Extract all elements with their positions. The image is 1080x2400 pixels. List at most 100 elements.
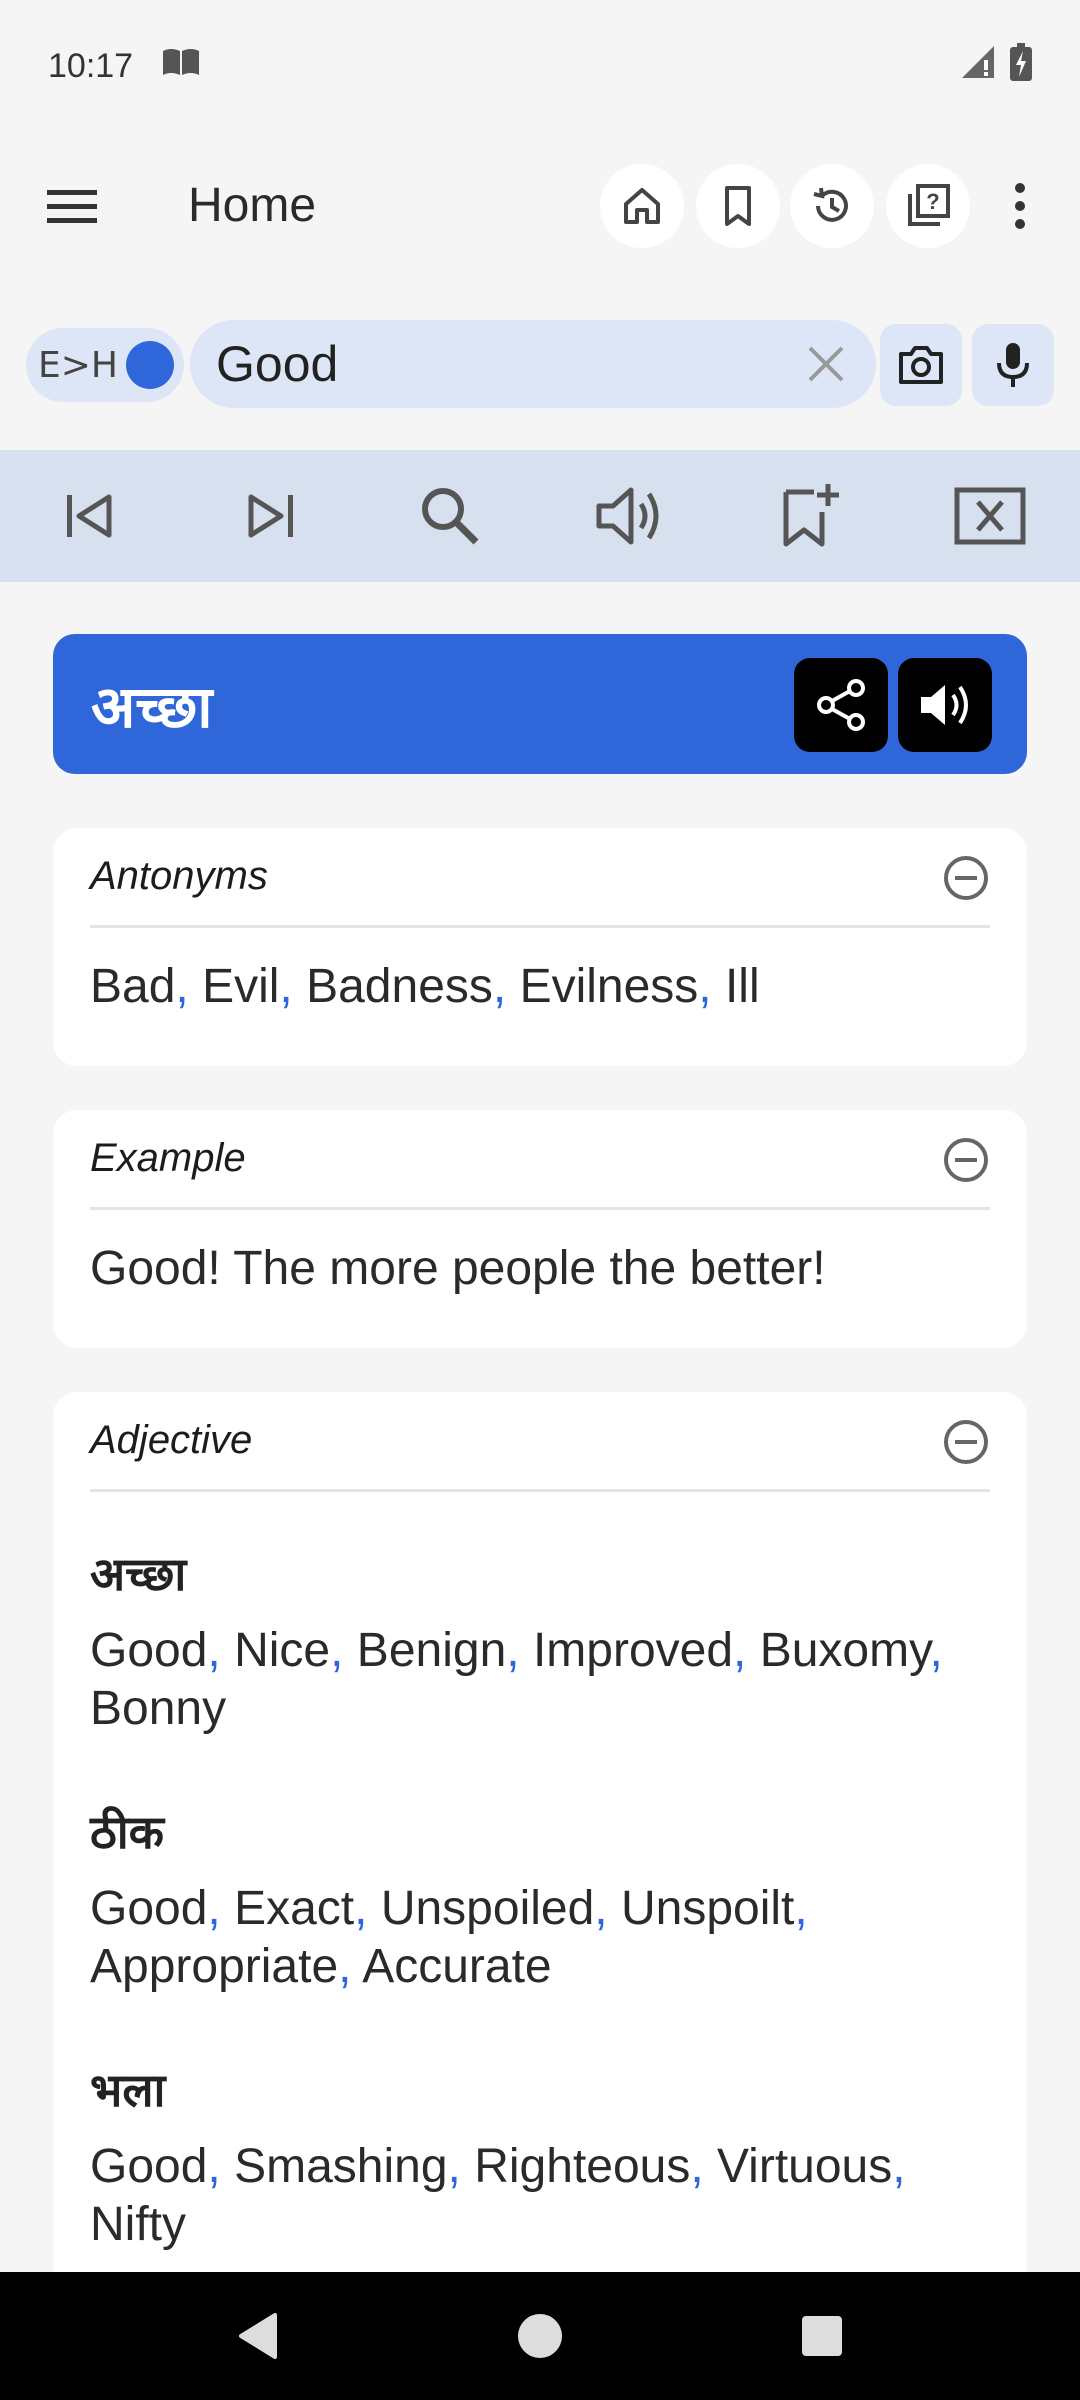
synonym-item[interactable]: Nifty	[90, 2198, 186, 2251]
voice-input-button[interactable]	[972, 324, 1054, 406]
clear-search-button[interactable]	[802, 340, 850, 388]
skip-previous-icon	[67, 494, 112, 538]
synonym-item[interactable]: Unspoilt	[621, 1882, 794, 1935]
antonyms-card: Antonyms Bad, Evil, Badness, Evilness, I…	[53, 828, 1027, 1066]
example-card: Example Good! The more people the better…	[53, 1110, 1027, 1348]
status-bar: 10:17	[0, 0, 1080, 132]
next-button[interactable]	[230, 480, 310, 552]
home-nav-button[interactable]	[510, 2306, 570, 2366]
adjective-card: Adjective अच्छा Good, Nice, Benign, Impr…	[53, 1392, 1027, 2292]
share-icon	[817, 679, 865, 731]
sense-entry: भला Good, Smashing, Righteous, Virtuous,…	[90, 2058, 990, 2254]
book-icon	[161, 47, 201, 86]
back-button[interactable]	[228, 2306, 288, 2366]
app-bar: Home ?	[0, 150, 1080, 262]
bookmark-add-icon	[783, 484, 839, 547]
example-title: Example	[90, 1136, 246, 1180]
language-direction-toggle[interactable]: E>H	[26, 328, 184, 402]
history-button[interactable]	[790, 164, 874, 248]
microphone-icon	[997, 343, 1029, 387]
collapse-icon[interactable]	[942, 854, 990, 902]
more-vert-icon	[1015, 183, 1025, 229]
synonym-item[interactable]: Unspoiled	[381, 1882, 594, 1935]
synonym-item[interactable]: Smashing	[234, 2140, 447, 2193]
synonym-item[interactable]: Good	[90, 1624, 207, 1677]
system-nav-bar	[0, 2272, 1080, 2400]
back-icon	[239, 2313, 277, 2359]
antonym-item[interactable]: Evilness	[520, 960, 699, 1013]
search-input[interactable]	[216, 335, 776, 393]
menu-button[interactable]	[40, 176, 104, 236]
sense-entry: अच्छा Good, Nice, Benign, Improved, Buxo…	[90, 1542, 990, 1738]
synonym-item[interactable]: Bonny	[90, 1682, 226, 1735]
recents-button[interactable]	[792, 2306, 852, 2366]
synonym-item[interactable]: Improved	[533, 1624, 733, 1677]
direction-label: E>H	[38, 344, 118, 386]
more-options-button[interactable]	[990, 176, 1050, 236]
antonym-item[interactable]: Evil	[202, 960, 279, 1013]
antonyms-list: Bad, Evil, Badness, Evilness, Ill	[90, 960, 760, 1013]
headword-text: अच्छा	[91, 672, 213, 741]
synonym-item[interactable]: Good	[90, 1882, 207, 1935]
close-box-icon	[954, 487, 1026, 545]
quiz-button[interactable]: ?	[886, 164, 970, 248]
sense-word: भला	[90, 2063, 166, 2117]
home-button[interactable]	[600, 164, 684, 248]
synonym-item[interactable]: Good	[90, 2140, 207, 2193]
headword-speak-button[interactable]	[898, 658, 992, 752]
hamburger-menu-icon	[47, 190, 97, 223]
sense-synonyms: Good, Exact, Unspoiled, Unspoilt, Approp…	[90, 1882, 808, 1993]
history-icon	[813, 187, 848, 222]
synonym-item[interactable]: Benign	[357, 1624, 506, 1677]
adjective-title: Adjective	[90, 1418, 253, 1462]
home-circle-icon	[518, 2314, 562, 2358]
sense-entry: ठीक Good, Exact, Unspoiled, Unspoilt, Ap…	[90, 1800, 990, 1996]
antonym-item[interactable]: Badness	[306, 960, 493, 1013]
toggle-knob	[126, 341, 174, 389]
status-time: 10:17	[48, 46, 134, 85]
search-button[interactable]	[410, 480, 490, 552]
sense-synonyms: Good, Nice, Benign, Improved, Buxomy, Bo…	[90, 1624, 943, 1735]
camera-icon	[899, 346, 943, 384]
antonyms-header: Antonyms	[90, 828, 990, 928]
page-title: Home	[188, 179, 317, 232]
synonym-item[interactable]: Accurate	[362, 1940, 551, 1993]
battery-charging-icon	[1010, 42, 1032, 90]
result-toolbar	[0, 450, 1080, 582]
skip-next-icon	[248, 494, 293, 538]
recents-icon	[802, 2316, 842, 2356]
synonym-item[interactable]: Righteous	[474, 2140, 690, 2193]
example-header: Example	[90, 1110, 990, 1210]
search-row: E>H	[0, 320, 1080, 410]
example-sentence: Good! The more people the better!	[90, 1242, 826, 1295]
synonym-item[interactable]: Exact	[234, 1882, 354, 1935]
collapse-icon[interactable]	[942, 1136, 990, 1184]
synonym-item[interactable]: Appropriate	[90, 1940, 338, 1993]
search-icon	[422, 488, 479, 545]
close-icon	[808, 346, 844, 382]
close-result-button[interactable]	[950, 480, 1030, 552]
bookmarks-button[interactable]	[696, 164, 780, 248]
bookmark-icon	[725, 186, 751, 226]
antonym-item[interactable]: Ill	[725, 960, 760, 1013]
sense-synonyms: Good, Smashing, Righteous, Virtuous, Nif…	[90, 2140, 906, 2251]
synonym-item[interactable]: Nice	[234, 1624, 330, 1677]
collapse-icon[interactable]	[942, 1418, 990, 1466]
antonyms-title: Antonyms	[90, 854, 268, 898]
synonym-item[interactable]: Virtuous	[717, 2140, 892, 2193]
pronounce-button[interactable]	[590, 480, 670, 552]
home-icon	[624, 188, 660, 224]
signal-icon	[960, 44, 996, 89]
antonym-item[interactable]: Bad	[90, 960, 175, 1013]
synonym-item[interactable]: Buxomy	[760, 1624, 930, 1677]
share-button[interactable]	[794, 658, 888, 752]
svg-text:?: ?	[926, 189, 939, 214]
add-bookmark-button[interactable]	[770, 480, 850, 552]
search-box	[190, 320, 876, 408]
sense-word: अच्छा	[90, 1547, 187, 1601]
volume-icon	[596, 487, 659, 545]
previous-button[interactable]	[50, 480, 130, 552]
camera-button[interactable]	[880, 324, 962, 406]
adjective-header: Adjective	[90, 1392, 990, 1492]
volume-icon	[921, 685, 968, 725]
